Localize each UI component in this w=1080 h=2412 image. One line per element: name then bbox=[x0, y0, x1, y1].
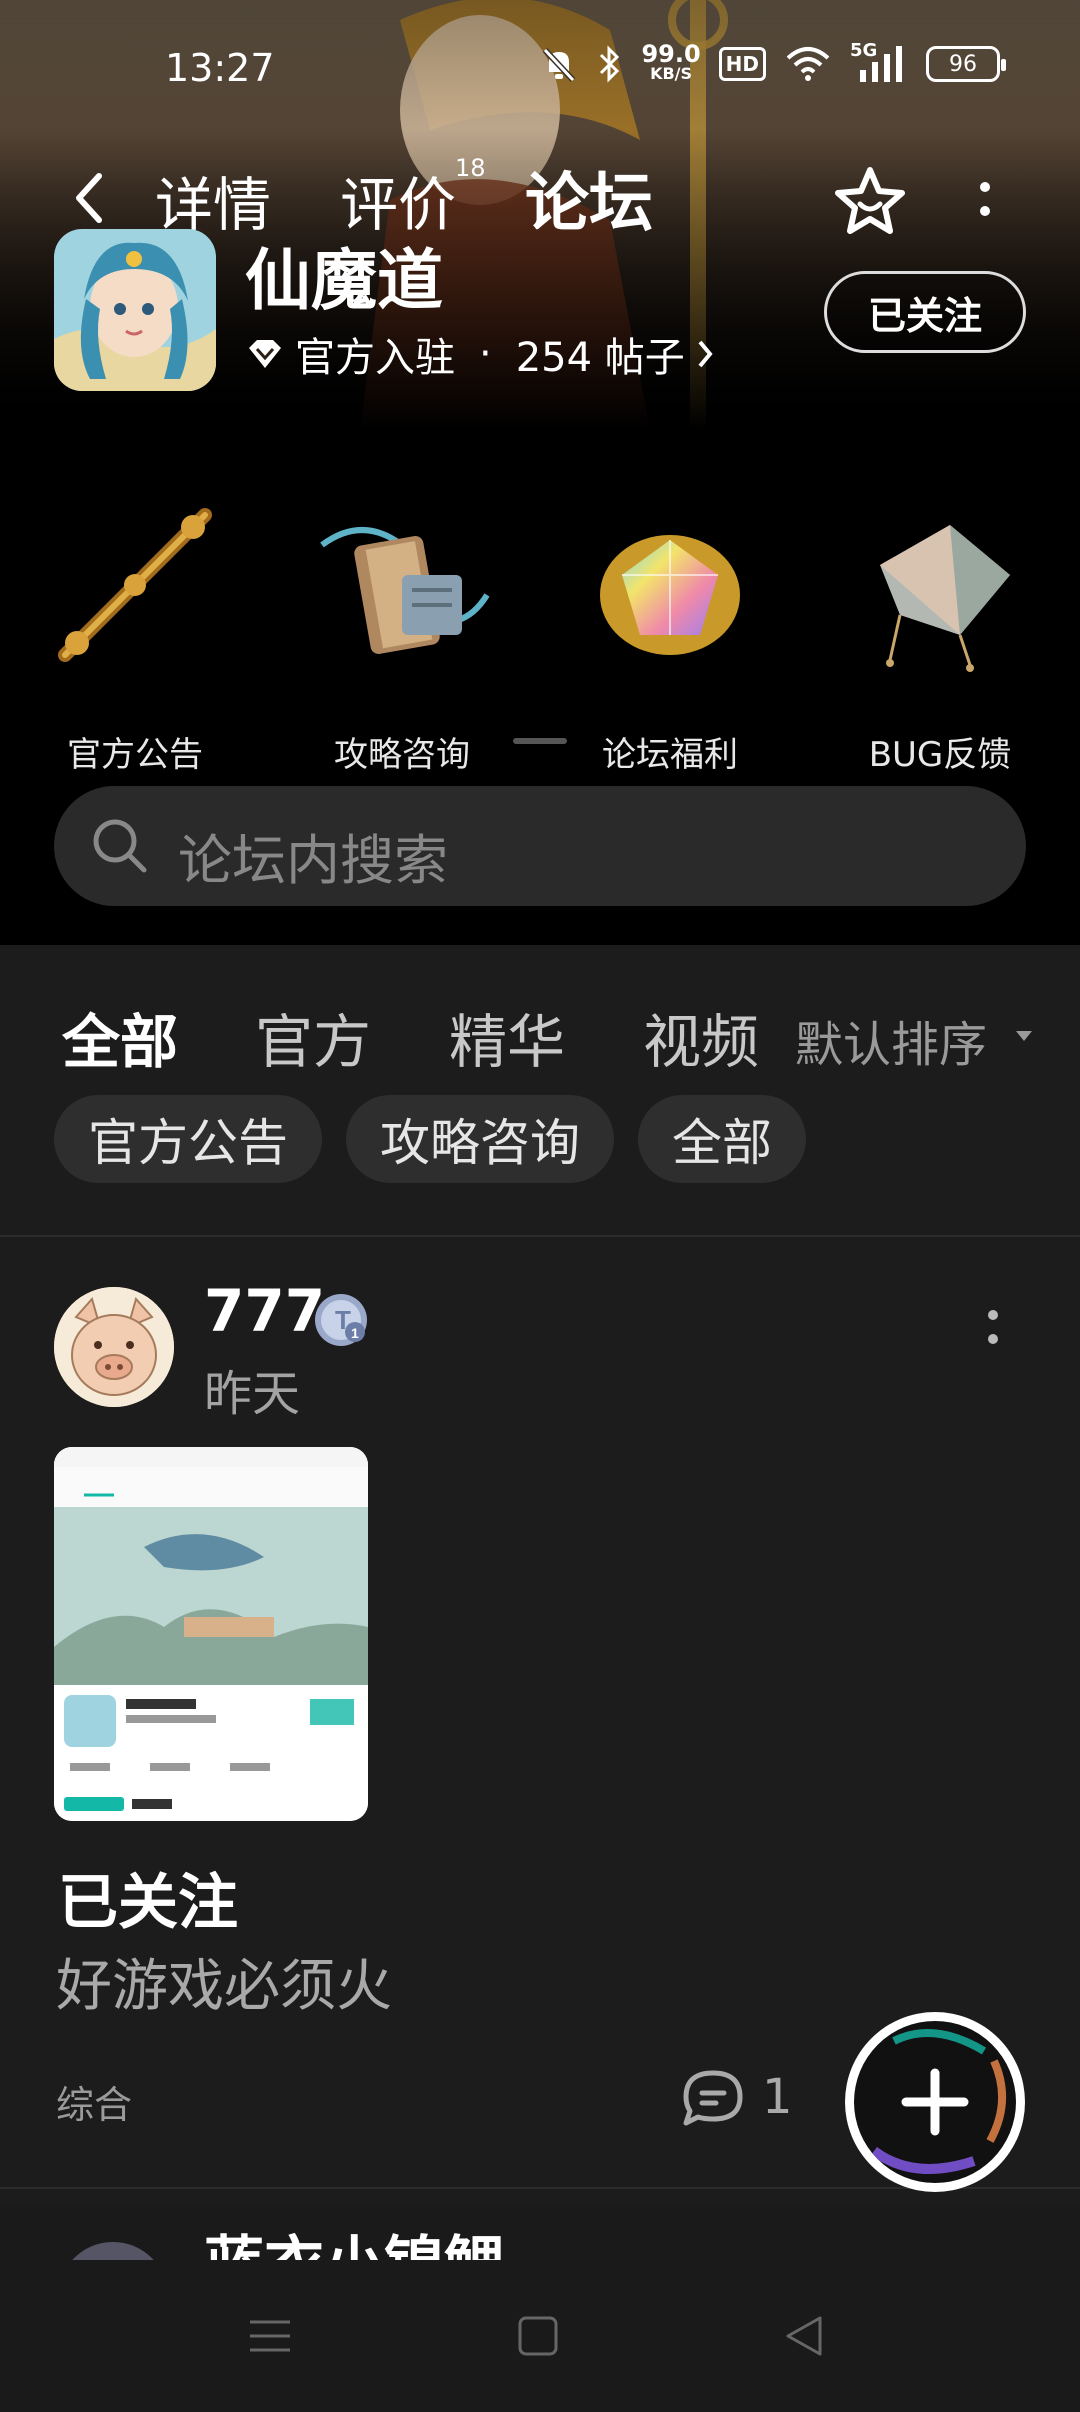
quick-link-bug-report[interactable]: BUG反馈 bbox=[825, 485, 1055, 775]
quick-link-label: 论坛福利 bbox=[602, 735, 738, 775]
post-image[interactable] bbox=[54, 1447, 368, 1821]
game-icon-art bbox=[54, 229, 216, 391]
post-author[interactable]: 蓝衣小锦鲤 bbox=[204, 2220, 504, 2260]
next-post-card[interactable]: 蓝衣小锦鲤 bbox=[0, 2220, 1080, 2260]
cellular-signal: 5G bbox=[850, 40, 908, 84]
category-chips: 官方公告 攻略咨询 全部 bbox=[54, 1095, 806, 1183]
post-author[interactable]: 777 bbox=[204, 1277, 325, 1345]
signal-bars-icon bbox=[860, 46, 902, 82]
feed-tab-all[interactable]: 全部 bbox=[62, 995, 178, 1079]
chevron-right-icon bbox=[698, 340, 713, 368]
battery-indicator: 96 bbox=[926, 46, 1006, 82]
screenshot-thumbnail bbox=[54, 1447, 368, 1821]
net-speed-value: 99.0 bbox=[641, 40, 701, 68]
status-bar: 13:27 99.0 KB/S HD 5G 96 bbox=[0, 36, 1080, 106]
feed-tabs: 全部 官方 精华 视频 默认排序 bbox=[0, 975, 1080, 1077]
quick-link-guides[interactable]: 攻略咨询 bbox=[287, 485, 517, 775]
svg-text:1: 1 bbox=[351, 1325, 359, 1341]
game-info: 仙魔道 官方入驻 · 254 帖子 已关注 bbox=[0, 225, 1080, 405]
hd-badge: HD bbox=[718, 47, 766, 81]
diamond-verified-icon bbox=[249, 340, 281, 368]
post-count: 254 帖子 bbox=[515, 335, 685, 381]
more-menu-icon[interactable] bbox=[970, 170, 1000, 230]
quick-link-label: BUG反馈 bbox=[868, 735, 1012, 775]
quick-link-label: 官方公告 bbox=[67, 735, 203, 775]
comment-count: 1 bbox=[762, 2069, 793, 2125]
post-title[interactable]: 已关注 bbox=[58, 1854, 238, 1941]
official-label: 官方入驻 bbox=[295, 335, 455, 381]
golden-staff-icon bbox=[58, 508, 212, 662]
bluetooth-icon bbox=[600, 45, 620, 83]
create-post-button-face bbox=[854, 2021, 1016, 2183]
quick-links-section: 官方公告 攻略咨询 论坛福利 BUG反馈 论坛内搜索 bbox=[0, 430, 1080, 945]
quick-link-label: 攻略咨询 bbox=[334, 735, 470, 775]
plus-icon bbox=[871, 2029, 1006, 2174]
quick-link-benefits[interactable]: 论坛福利 bbox=[555, 485, 785, 775]
chip-all[interactable]: 全部 bbox=[638, 1095, 806, 1183]
game-icon[interactable] bbox=[54, 229, 216, 391]
post-timestamp: 昨天 bbox=[204, 1366, 301, 1422]
feed-tab-featured[interactable]: 精华 bbox=[449, 995, 565, 1079]
menu-lines-icon[interactable] bbox=[246, 2312, 294, 2360]
system-navbar bbox=[0, 2262, 1080, 2412]
forum-header: 13:27 99.0 KB/S HD 5G 96 详情 评价 18 论坛 仙魔道… bbox=[0, 0, 1080, 430]
quick-link-announcements[interactable]: 官方公告 bbox=[20, 485, 250, 775]
back-arrow-icon[interactable] bbox=[65, 168, 115, 228]
comment-bubble-icon bbox=[683, 2070, 743, 2126]
chip-announcements[interactable]: 官方公告 bbox=[54, 1095, 322, 1183]
net-speed-unit: KB/S bbox=[650, 64, 693, 83]
feed-tab-video[interactable]: 视频 bbox=[643, 995, 761, 1079]
home-square-icon[interactable] bbox=[516, 2312, 560, 2360]
wifi-icon bbox=[786, 47, 830, 81]
game-meta[interactable]: 官方入驻 · 254 帖子 bbox=[245, 325, 715, 383]
comment-button[interactable]: 1 bbox=[680, 2067, 793, 2127]
search-icon bbox=[93, 819, 147, 873]
level-badge-icon: T 1 bbox=[315, 1294, 367, 1346]
broken-kite-icon bbox=[880, 525, 1010, 672]
search-placeholder: 论坛内搜索 bbox=[178, 829, 448, 892]
mute-bell-icon bbox=[543, 47, 576, 83]
feed-tab-official[interactable]: 官方 bbox=[255, 995, 371, 1079]
reviews-count-badge: 18 bbox=[455, 154, 486, 182]
net-speed: 99.0 KB/S bbox=[641, 40, 701, 84]
scroll-book-icon bbox=[320, 527, 490, 654]
pig-avatar-icon bbox=[54, 1287, 174, 1407]
meta-separator: · bbox=[479, 331, 492, 377]
post-body[interactable]: 好游戏必须火 bbox=[56, 1941, 392, 2022]
feed-tab-label: 全部 bbox=[62, 1008, 179, 1076]
caret-down-icon bbox=[1016, 1031, 1032, 1041]
game-title: 仙魔道 bbox=[245, 242, 443, 319]
avatar[interactable] bbox=[58, 2242, 168, 2260]
rainbow-gem-icon bbox=[600, 535, 740, 655]
back-triangle-icon[interactable] bbox=[780, 2312, 828, 2360]
chip-guides[interactable]: 攻略咨询 bbox=[346, 1095, 614, 1183]
carousel-indicator bbox=[513, 738, 567, 744]
status-icons: 99.0 KB/S HD 5G 96 bbox=[539, 40, 1006, 84]
forum-search-bar[interactable]: 论坛内搜索 bbox=[54, 786, 1026, 906]
post-category-tag[interactable]: 综合 bbox=[56, 2074, 132, 2129]
follow-button[interactable]: 已关注 bbox=[824, 271, 1026, 353]
status-time: 13:27 bbox=[165, 46, 275, 90]
sort-dropdown[interactable]: 默认排序 bbox=[795, 1005, 987, 1075]
avatar[interactable] bbox=[54, 1287, 174, 1407]
create-post-button[interactable] bbox=[845, 2012, 1025, 2192]
post-more-icon[interactable] bbox=[978, 1299, 1008, 1359]
